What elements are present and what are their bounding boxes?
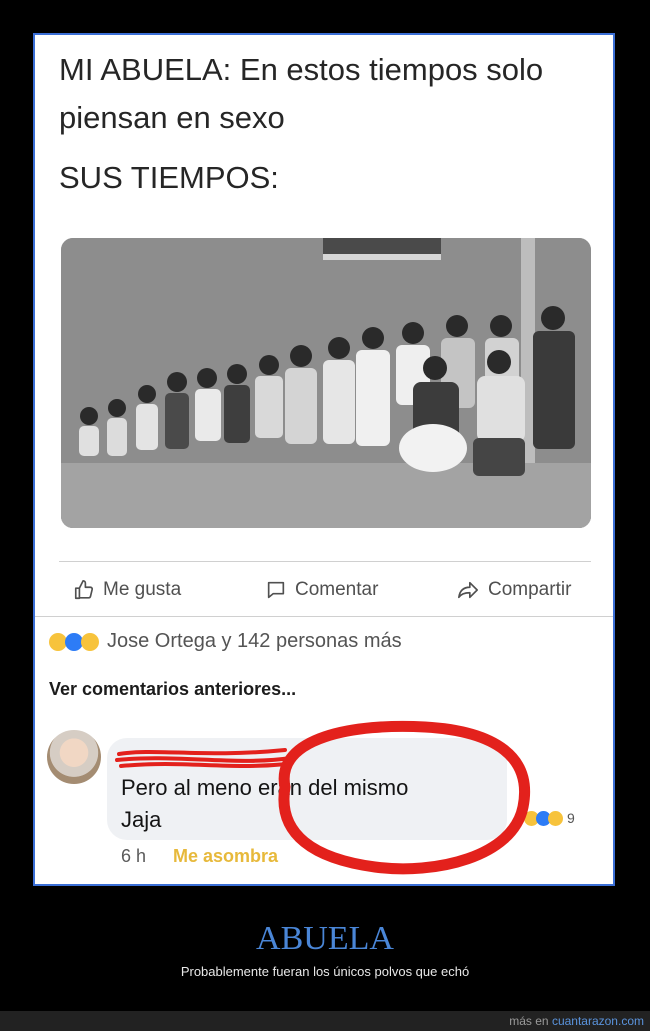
meme-caption-line1: MI ABUELA: En estos tiempos solo (59, 52, 544, 87)
comment-bubble: Pero al meno eran del mismo Jaja (107, 738, 507, 840)
site-subtitle: Probablemente fueran los únicos polvos q… (180, 964, 470, 979)
footer-bar: más en cuantarazon.com (0, 1011, 650, 1031)
like-label: Me gusta (103, 579, 182, 600)
reactions-summary[interactable]: Jose Ortega y 142 personas más (49, 630, 402, 653)
reactions-text: Jose Ortega y 142 personas más (107, 630, 402, 652)
share-button[interactable]: Compartir (456, 576, 571, 604)
comment-text: Pero al meno eran del mismo Jaja (121, 772, 501, 836)
meme-caption-line2: piensan en sexo (59, 100, 285, 135)
thumbs-up-icon (74, 580, 94, 600)
share-label: Compartir (488, 579, 572, 600)
comment-button[interactable]: Comentar (265, 576, 378, 604)
wow-reaction-button[interactable]: Me asombra (173, 846, 278, 867)
comment-time[interactable]: 6 h (121, 846, 146, 867)
comment-text-line1: Pero al meno eran del mismo (121, 775, 409, 800)
actions-divider (35, 616, 613, 617)
post-divider (59, 561, 591, 562)
meme-caption-line3: SUS TIEMPOS: (59, 160, 279, 195)
site-title: ABUELA (256, 920, 394, 957)
redacted-name-scribble (115, 748, 293, 768)
family-photo (61, 238, 591, 528)
speech-bubble-icon (267, 581, 285, 599)
wow-icon (81, 632, 99, 651)
wow-icon (548, 810, 563, 826)
like-button[interactable]: Me gusta (73, 576, 181, 604)
comment-reactions[interactable]: 9 (520, 808, 579, 828)
post-card: MI ABUELA: En estos tiempos solo piensan… (33, 33, 615, 886)
footer-text: más en cuantarazon.com (509, 1014, 644, 1028)
footer-prefix: más en (509, 1014, 552, 1028)
commenter-avatar[interactable] (47, 730, 101, 784)
view-previous-comments-link[interactable]: Ver comentarios anteriores... (49, 679, 296, 700)
comment-label: Comentar (295, 579, 379, 600)
comment-text-line2: Jaja (121, 807, 162, 832)
comment-reaction-count: 9 (567, 810, 575, 826)
share-arrow-icon (458, 581, 478, 599)
footer-link[interactable]: cuantarazon.com (552, 1014, 644, 1028)
